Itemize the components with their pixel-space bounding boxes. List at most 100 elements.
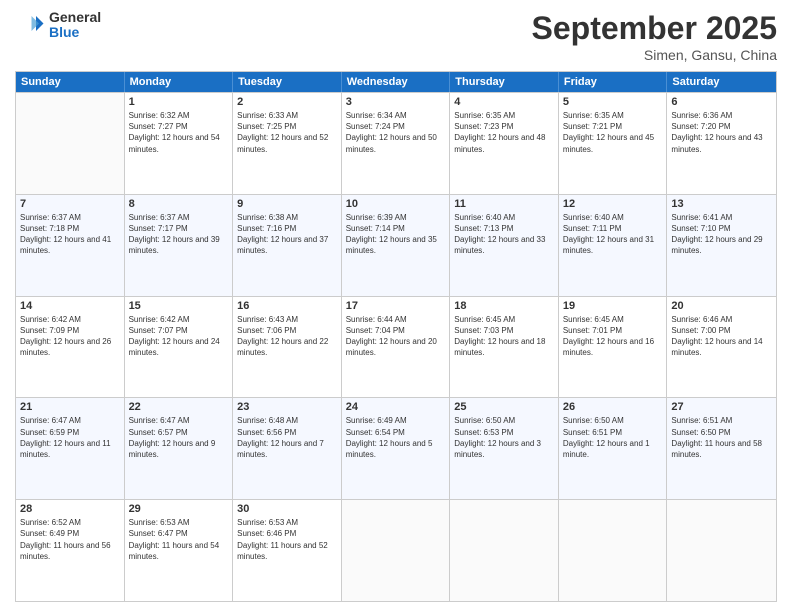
week-row-4: 28 Sunrise: 6:52 AMSunset: 6:49 PMDayligh… [16, 499, 776, 601]
logo-general-text: General [49, 10, 101, 25]
day-number: 23 [237, 401, 337, 413]
cal-cell-0-3: 3Sunrise: 6:34 AMSunset: 7:24 PMDaylight… [342, 93, 451, 194]
day-number: 6 [671, 96, 772, 108]
cal-cell-1-1: 8 Sunrise: 6:37 AMSunset: 7:17 PMDaylight… [125, 195, 234, 296]
day-number: 29 [129, 503, 229, 515]
cal-cell-3-5: 26 Sunrise: 6:50 AMSunset: 6:51 PMDayligh… [559, 398, 668, 499]
cell-info: Sunrise: 6:44 AMSunset: 7:04 PMDaylight:… [346, 314, 446, 359]
cal-cell-3-1: 22 Sunrise: 6:47 AMSunset: 6:57 PMDayligh… [125, 398, 234, 499]
day-number: 24 [346, 401, 446, 413]
cell-info: Sunrise: 6:37 AMSunset: 7:17 PMDaylight:… [129, 212, 229, 257]
cell-info: Sunrise: 6:42 AMSunset: 7:09 PMDaylight:… [20, 314, 120, 359]
cal-cell-4-2: 30 Sunrise: 6:53 AMSunset: 6:46 PMDayligh… [233, 500, 342, 601]
calendar-body: 1 Sunrise: 6:32 AMSunset: 7:27 PMDaylight… [16, 92, 776, 601]
cal-cell-4-4 [450, 500, 559, 601]
cal-cell-3-6: 27Sunrise: 6:51 AMSunset: 6:50 PMDayligh… [667, 398, 776, 499]
cell-info: Sunrise: 6:52 AMSunset: 6:49 PMDaylight:… [20, 517, 120, 562]
cal-cell-2-2: 16 Sunrise: 6:43 AMSunset: 7:06 PMDayligh… [233, 297, 342, 398]
week-row-3: 21Sunrise: 6:47 AMSunset: 6:59 PMDayligh… [16, 397, 776, 499]
header: General Blue September 2025 Simen, Gansu… [15, 10, 777, 63]
day-number: 16 [237, 300, 337, 312]
day-number: 12 [563, 198, 663, 210]
cell-info: Sunrise: 6:43 AMSunset: 7:06 PMDaylight:… [237, 314, 337, 359]
cell-info: Sunrise: 6:41 AMSunset: 7:10 PMDaylight:… [671, 212, 772, 257]
cal-cell-3-2: 23Sunrise: 6:48 AMSunset: 6:56 PMDayligh… [233, 398, 342, 499]
col-header-thursday: Thursday [450, 72, 559, 92]
cal-cell-4-0: 28 Sunrise: 6:52 AMSunset: 6:49 PMDayligh… [16, 500, 125, 601]
month-title: September 2025 [532, 10, 777, 47]
cell-info: Sunrise: 6:34 AMSunset: 7:24 PMDaylight:… [346, 110, 446, 155]
cal-cell-1-4: 11Sunrise: 6:40 AMSunset: 7:13 PMDayligh… [450, 195, 559, 296]
col-header-tuesday: Tuesday [233, 72, 342, 92]
day-number: 26 [563, 401, 663, 413]
day-number: 9 [237, 198, 337, 210]
cal-cell-0-0 [16, 93, 125, 194]
logo-text: General Blue [49, 10, 101, 41]
day-number: 19 [563, 300, 663, 312]
cell-info: Sunrise: 6:45 AMSunset: 7:03 PMDaylight:… [454, 314, 554, 359]
cal-cell-2-6: 20Sunrise: 6:46 AMSunset: 7:00 PMDayligh… [667, 297, 776, 398]
cal-cell-2-0: 14 Sunrise: 6:42 AMSunset: 7:09 PMDayligh… [16, 297, 125, 398]
calendar: SundayMondayTuesdayWednesdayThursdayFrid… [15, 71, 777, 602]
day-number: 8 [129, 198, 229, 210]
logo: General Blue [15, 10, 101, 41]
cal-cell-1-6: 13 Sunrise: 6:41 AMSunset: 7:10 PMDayligh… [667, 195, 776, 296]
col-header-monday: Monday [125, 72, 234, 92]
week-row-2: 14 Sunrise: 6:42 AMSunset: 7:09 PMDayligh… [16, 296, 776, 398]
cell-info: Sunrise: 6:45 AMSunset: 7:01 PMDaylight:… [563, 314, 663, 359]
cal-cell-1-0: 7Sunrise: 6:37 AMSunset: 7:18 PMDaylight… [16, 195, 125, 296]
cal-cell-3-4: 25Sunrise: 6:50 AMSunset: 6:53 PMDayligh… [450, 398, 559, 499]
cal-cell-1-5: 12 Sunrise: 6:40 AMSunset: 7:11 PMDayligh… [559, 195, 668, 296]
day-number: 14 [20, 300, 120, 312]
cell-info: Sunrise: 6:40 AMSunset: 7:13 PMDaylight:… [454, 212, 554, 257]
day-number: 30 [237, 503, 337, 515]
cell-info: Sunrise: 6:51 AMSunset: 6:50 PMDaylight:… [671, 415, 772, 460]
title-block: September 2025 Simen, Gansu, China [532, 10, 777, 63]
cal-cell-0-4: 4 Sunrise: 6:35 AMSunset: 7:23 PMDaylight… [450, 93, 559, 194]
cal-cell-2-3: 17 Sunrise: 6:44 AMSunset: 7:04 PMDayligh… [342, 297, 451, 398]
calendar-header: SundayMondayTuesdayWednesdayThursdayFrid… [16, 72, 776, 92]
cal-cell-2-1: 15 Sunrise: 6:42 AMSunset: 7:07 PMDayligh… [125, 297, 234, 398]
location: Simen, Gansu, China [532, 47, 777, 63]
cell-info: Sunrise: 6:47 AMSunset: 6:57 PMDaylight:… [129, 415, 229, 460]
cal-cell-2-4: 18 Sunrise: 6:45 AMSunset: 7:03 PMDayligh… [450, 297, 559, 398]
day-number: 18 [454, 300, 554, 312]
cell-info: Sunrise: 6:42 AMSunset: 7:07 PMDaylight:… [129, 314, 229, 359]
day-number: 21 [20, 401, 120, 413]
col-header-saturday: Saturday [667, 72, 776, 92]
day-number: 7 [20, 198, 120, 210]
cell-info: Sunrise: 6:46 AMSunset: 7:00 PMDaylight:… [671, 314, 772, 359]
day-number: 15 [129, 300, 229, 312]
cal-cell-2-5: 19 Sunrise: 6:45 AMSunset: 7:01 PMDayligh… [559, 297, 668, 398]
day-number: 2 [237, 96, 337, 108]
week-row-0: 1 Sunrise: 6:32 AMSunset: 7:27 PMDaylight… [16, 92, 776, 194]
day-number: 28 [20, 503, 120, 515]
cal-cell-4-1: 29Sunrise: 6:53 AMSunset: 6:47 PMDayligh… [125, 500, 234, 601]
col-header-friday: Friday [559, 72, 668, 92]
cell-info: Sunrise: 6:40 AMSunset: 7:11 PMDaylight:… [563, 212, 663, 257]
cal-cell-4-3 [342, 500, 451, 601]
cell-info: Sunrise: 6:39 AMSunset: 7:14 PMDaylight:… [346, 212, 446, 257]
cell-info: Sunrise: 6:50 AMSunset: 6:51 PMDaylight:… [563, 415, 663, 460]
cal-cell-0-1: 1 Sunrise: 6:32 AMSunset: 7:27 PMDaylight… [125, 93, 234, 194]
day-number: 1 [129, 96, 229, 108]
day-number: 10 [346, 198, 446, 210]
cell-info: Sunrise: 6:49 AMSunset: 6:54 PMDaylight:… [346, 415, 446, 460]
cal-cell-0-6: 6Sunrise: 6:36 AMSunset: 7:20 PMDaylight… [667, 93, 776, 194]
cell-info: Sunrise: 6:32 AMSunset: 7:27 PMDaylight:… [129, 110, 229, 155]
logo-blue-text: Blue [49, 25, 101, 40]
cal-cell-4-5 [559, 500, 668, 601]
day-number: 5 [563, 96, 663, 108]
logo-icon [15, 10, 45, 40]
cell-info: Sunrise: 6:35 AMSunset: 7:23 PMDaylight:… [454, 110, 554, 155]
day-number: 13 [671, 198, 772, 210]
cal-cell-3-3: 24 Sunrise: 6:49 AMSunset: 6:54 PMDayligh… [342, 398, 451, 499]
cell-info: Sunrise: 6:53 AMSunset: 6:46 PMDaylight:… [237, 517, 337, 562]
cell-info: Sunrise: 6:38 AMSunset: 7:16 PMDaylight:… [237, 212, 337, 257]
cell-info: Sunrise: 6:35 AMSunset: 7:21 PMDaylight:… [563, 110, 663, 155]
day-number: 17 [346, 300, 446, 312]
day-number: 22 [129, 401, 229, 413]
day-number: 4 [454, 96, 554, 108]
cal-cell-4-6 [667, 500, 776, 601]
cal-cell-0-5: 5 Sunrise: 6:35 AMSunset: 7:21 PMDaylight… [559, 93, 668, 194]
